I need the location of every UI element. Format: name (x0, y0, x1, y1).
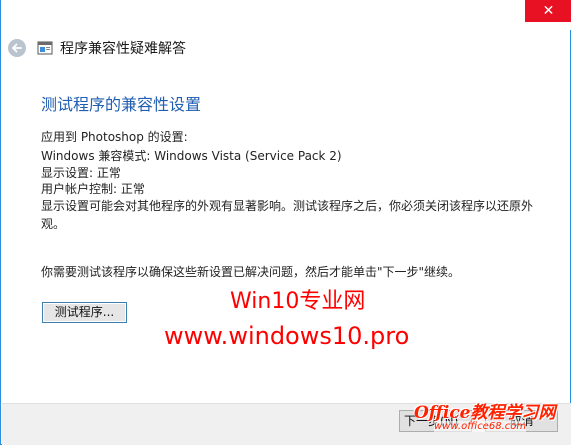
uac-line: 用户帐户控制: 正常 (41, 182, 145, 196)
back-button[interactable] (8, 39, 26, 57)
page-heading: 测试程序的兼容性设置 (41, 95, 202, 114)
warning-line-2: 观。 (41, 217, 66, 231)
watermark-url: www.windows10.pro (164, 322, 410, 350)
warning-line-1: 显示设置可能会对其他程序的外观有显著影响。测试该程序之后，你必须关闭该程序以还原… (41, 199, 534, 213)
title-bar: ✕ (1, 0, 571, 30)
close-button[interactable]: ✕ (525, 0, 571, 22)
logo-text: Office教程学习网 (414, 403, 556, 423)
applied-to-line: 应用到 Photoshop 的设置: (41, 130, 188, 144)
watermark-title: Win10专业网 (230, 289, 366, 314)
instruction-text: 你需要测试该程序以确保这些新设置已解决问题，然后才能单击"下一步"继续。 (41, 265, 461, 279)
navigation-bar: 程序兼容性疑难解答 (1, 31, 571, 65)
logo-url: www.office68.com (434, 421, 527, 432)
window-title: 程序兼容性疑难解答 (60, 41, 186, 57)
close-icon: ✕ (542, 3, 555, 19)
program-window-icon (37, 41, 53, 55)
back-arrow-icon (12, 43, 22, 53)
troubleshooter-window: ✕ 程序兼容性疑难解答 测试程序的兼容性设置 应用到 Photoshop 的设置… (0, 0, 571, 445)
compat-mode-line: Windows 兼容模式: Windows Vista (Service Pac… (41, 149, 342, 163)
test-program-button[interactable]: 测试程序... (42, 302, 127, 323)
site-logo-watermark: Office教程学习网 www.office68.com (414, 398, 571, 445)
display-settings-line: 显示设置: 正常 (41, 166, 121, 180)
